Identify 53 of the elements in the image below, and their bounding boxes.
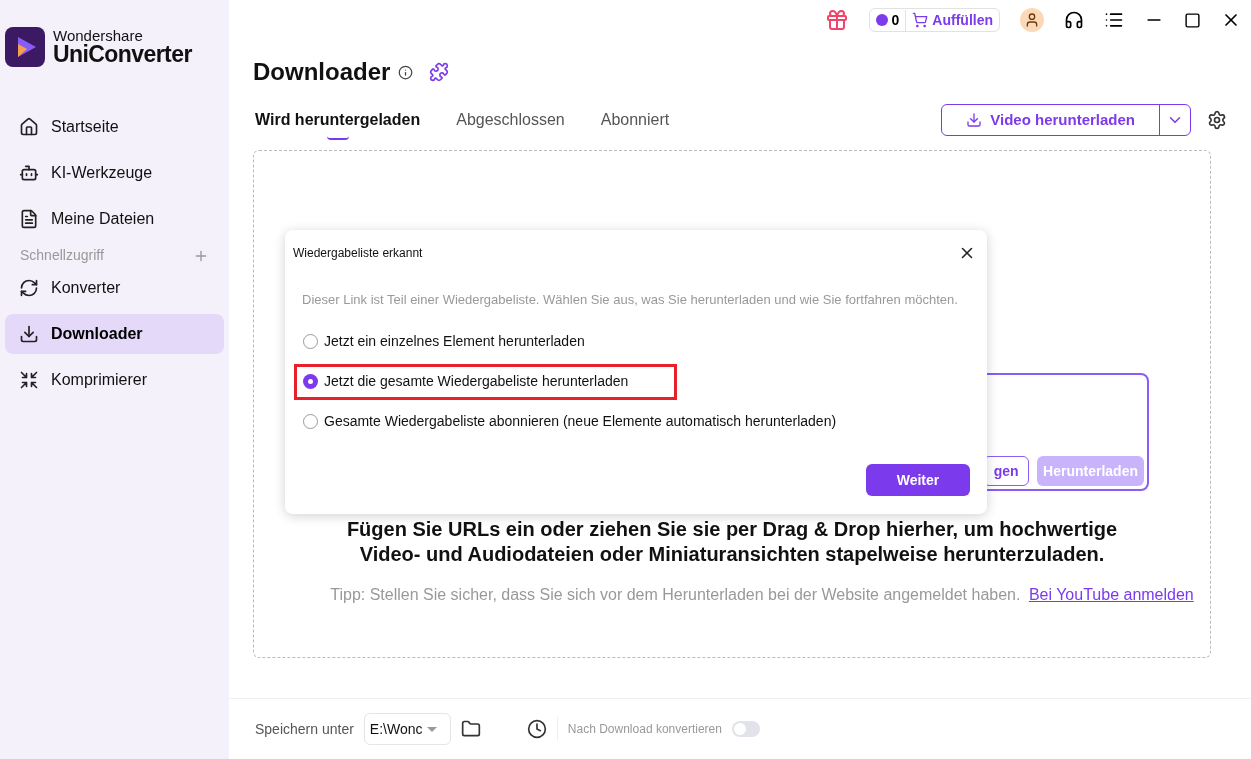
- robot-icon: [19, 163, 39, 183]
- option-label: Jetzt ein einzelnes Element herunterladen: [324, 332, 585, 351]
- sidebar-item[interactable]: Komprimierer: [5, 360, 224, 400]
- continue-button[interactable]: Weiter: [866, 464, 970, 496]
- settings-icon[interactable]: [1207, 110, 1227, 130]
- page-title: Downloader: [253, 57, 391, 87]
- gift-icon[interactable]: [824, 8, 849, 32]
- convert-after-download-label: Nach Download konvertieren: [567, 721, 722, 738]
- maximize-icon[interactable]: [1184, 11, 1201, 29]
- cart-icon: [912, 12, 929, 28]
- sidebar-item[interactable]: KI-Werkzeuge: [5, 153, 224, 193]
- save-location-label: Speichern unter: [255, 719, 354, 739]
- avatar-icon[interactable]: [1020, 8, 1044, 32]
- dropdown-caret-icon: [426, 726, 437, 732]
- info-icon[interactable]: [398, 64, 414, 80]
- radio-option[interactable]: Gesamte Wiedergabeliste abonnieren (neue Elemente automatisch herunterladen): [294, 403, 970, 440]
- download-video-button[interactable]: Video herunterladen: [942, 105, 1159, 135]
- refill-button[interactable]: Auffüllen: [906, 9, 999, 31]
- radio-option[interactable]: Jetzt ein einzelnes Element herunterladen: [294, 323, 970, 360]
- tip-text: Tipp: Stellen Sie sicher, dass Sie sich vor dem Herunterladen bei der Website angemeldet haben. Bei YouTube anmelden: [330, 585, 1194, 605]
- headset-icon[interactable]: [1064, 10, 1084, 30]
- puzzle-icon[interactable]: [429, 62, 450, 82]
- menu-icon[interactable]: [1104, 10, 1124, 30]
- section-label: Schnellzugriff: [20, 246, 104, 265]
- sidebar-item[interactable]: Meine Dateien: [5, 199, 224, 239]
- document-icon: [19, 209, 39, 229]
- brand-name-small: Wondershare: [53, 28, 144, 43]
- radio-option[interactable]: Jetzt die gesamte Wiedergabeliste herunterladen: [294, 363, 677, 400]
- shrink-icon: [19, 370, 39, 390]
- folder-icon[interactable]: [460, 719, 481, 739]
- radio-button[interactable]: [303, 374, 318, 389]
- logo-icon: [5, 27, 45, 67]
- tab[interactable]: Abgeschlossen: [456, 100, 565, 140]
- sidebar-item[interactable]: Startseite: [5, 107, 224, 147]
- option-label: Jetzt die gesamte Wiedergabeliste herunterladen: [324, 372, 629, 391]
- house-icon: [19, 117, 39, 137]
- path-dropdown[interactable]: E:\Wonc: [363, 713, 451, 745]
- sidebar-item[interactable]: Konverter: [5, 268, 224, 308]
- drop-zone-headline: Fügen Sie URLs ein oder ziehen Sie sie per Drag & Drop hierher, um hochwertige Video- und Audiodateien oder Miniaturansichten stapelweise herunterzuladen.: [345, 517, 1119, 567]
- clock-icon[interactable]: [526, 719, 547, 739]
- sidebar-item[interactable]: Downloader: [5, 314, 224, 354]
- option-label: Gesamte Wiedergabeliste abonnieren (neue Elemente automatisch herunterladen): [324, 412, 837, 431]
- credits-count: 0: [869, 9, 907, 31]
- login-link[interactable]: Bei YouTube anmelden: [1028, 586, 1194, 603]
- brand-name: UniConverter: [53, 43, 192, 66]
- download-icon: [19, 324, 39, 344]
- tab[interactable]: Wird heruntergeladen: [255, 100, 421, 140]
- dialog-title: Wiedergabeliste erkannt: [293, 245, 423, 262]
- dialog-message: Dieser Link ist Teil einer Wiedergabeliste. Wählen Sie aus, was Sie herunterladen und wie Sie fortfahren möchten.: [302, 291, 959, 309]
- tab[interactable]: Abonniert: [600, 100, 670, 140]
- download-icon: [966, 112, 983, 128]
- refresh-icon: [19, 278, 39, 298]
- toggle-switch[interactable]: [731, 721, 760, 737]
